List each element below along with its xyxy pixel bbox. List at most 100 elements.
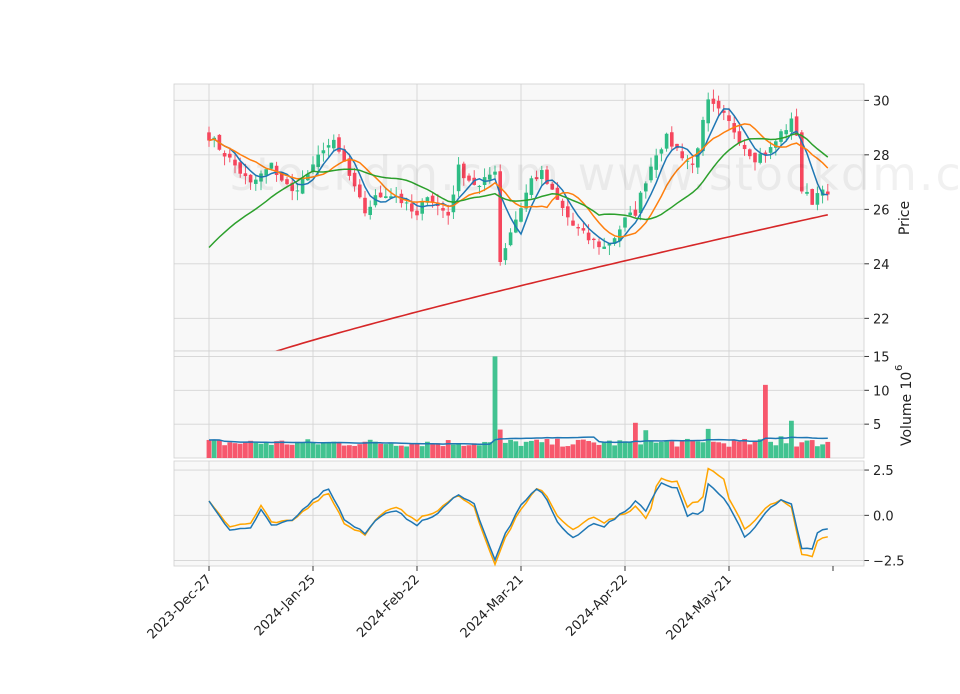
- volume-bar: [544, 439, 550, 458]
- oscillator-panel: −2.5 0.0 2.5: [173, 460, 905, 570]
- candle-body: [711, 98, 716, 104]
- chart-canvas: 2224262830 51015 −2.50.02.5 2023-Dec-27 2…: [145, 83, 960, 643]
- volume-bar: [336, 442, 342, 458]
- volume-bar: [747, 444, 753, 458]
- volume-bar: [373, 441, 378, 458]
- volume-bar: [352, 445, 357, 458]
- volume-bar: [711, 441, 716, 458]
- volume-bar: [534, 439, 539, 458]
- price-ytick-label-2: 26: [873, 203, 890, 218]
- volume-bar: [581, 439, 586, 458]
- volume-bar: [690, 440, 695, 458]
- volume-bar: [549, 444, 555, 458]
- volume-bar: [731, 439, 737, 458]
- volume-bar: [669, 441, 675, 458]
- volume-bar: [326, 442, 331, 458]
- volume-bar: [601, 442, 607, 458]
- volume-bar: [529, 440, 534, 458]
- volume-bar: [508, 439, 513, 458]
- volume-bar: [825, 441, 831, 458]
- volume-bar: [295, 441, 300, 458]
- volume-bar: [726, 446, 732, 458]
- candle-body: [566, 206, 570, 218]
- volume-bar: [419, 446, 425, 458]
- candle-body: [560, 200, 565, 209]
- volume-ytick-label-1: 10: [873, 384, 890, 399]
- volume-bar: [383, 444, 389, 458]
- volume-bar: [815, 446, 820, 458]
- volume-bar: [768, 441, 773, 458]
- volume-bar: [778, 436, 784, 458]
- volume-bar: [222, 445, 227, 458]
- volume-bar: [596, 444, 602, 458]
- candle-body: [716, 100, 721, 109]
- volume-bar: [414, 443, 420, 458]
- volume-bar: [695, 441, 701, 458]
- price-ytick-label-1: 24: [873, 258, 890, 273]
- candle-body: [789, 118, 794, 132]
- volume-bar: [809, 440, 815, 458]
- volume-bar: [763, 384, 768, 458]
- volume-bar: [497, 429, 503, 458]
- volume-bar: [310, 442, 316, 458]
- volume-bar: [237, 443, 243, 458]
- volume-bar: [773, 445, 779, 458]
- oscillator-ytick-label-0: −2.5: [873, 555, 905, 570]
- volume-bar: [253, 442, 259, 458]
- x-tick-label-5: 2024-May-21: [664, 572, 735, 643]
- volume-bar: [638, 444, 643, 458]
- volume-bar: [269, 444, 274, 458]
- candle-body: [706, 99, 710, 124]
- volume-bar: [404, 446, 409, 458]
- volume-bar: [477, 445, 482, 458]
- volume-bar: [586, 441, 591, 458]
- volume-bar: [445, 440, 451, 458]
- price-ytick-label-0: 22: [873, 312, 890, 327]
- candle-body: [207, 132, 211, 141]
- volume-bar: [570, 444, 576, 458]
- volume-ytick-label-2: 15: [873, 350, 890, 365]
- candle-body: [576, 226, 580, 229]
- volume-bar: [565, 446, 571, 458]
- volume-bar: [575, 439, 581, 458]
- volume-bar: [591, 442, 597, 458]
- volume-bar: [627, 442, 633, 458]
- volume-bar: [243, 442, 248, 458]
- volume-bar: [789, 420, 794, 458]
- volume-bar: [742, 438, 747, 458]
- volume-bar: [794, 446, 799, 458]
- volume-bar: [289, 444, 295, 458]
- volume-bar: [388, 443, 394, 458]
- x-axis: 2023-Dec-27 2024-Jan-25 2024-Feb-22 2024-Ma…: [145, 566, 834, 643]
- candle-body: [592, 238, 596, 241]
- stock-chart: 22 24 26 28 30 5 10 15 −2.5 0.0 2.5 2023-Dec-27 2…: [0, 0, 960, 690]
- volume-bar: [466, 445, 472, 458]
- volume-bar: [232, 443, 238, 458]
- volume-bar: [451, 444, 456, 458]
- volume-bar: [648, 440, 654, 458]
- volume-axis-label: Volume 10: [899, 372, 915, 446]
- volume-bar: [331, 441, 337, 458]
- candle-body: [623, 217, 627, 228]
- x-tick-label-3: 2024-Mar-21: [458, 572, 527, 641]
- oscillator-ytick-label-2: 2.5: [873, 464, 894, 479]
- volume-bar: [274, 441, 279, 458]
- volume-bar: [263, 442, 269, 458]
- volume-bar: [820, 444, 825, 458]
- volume-bar: [560, 446, 565, 458]
- volume-bar: [206, 439, 212, 458]
- volume-bar: [227, 442, 233, 458]
- volume-bar: [705, 428, 711, 458]
- volume-bar: [399, 445, 404, 458]
- volume-bar: [341, 445, 347, 458]
- volume-bar: [503, 442, 508, 458]
- volume-bar: [674, 446, 680, 458]
- volume-bar: [633, 422, 638, 458]
- candle-body: [441, 208, 445, 211]
- volume-panel: 5 10 15: [173, 350, 890, 459]
- candle-body: [368, 206, 372, 215]
- volume-bar: [539, 442, 545, 458]
- volume-bar: [679, 441, 685, 458]
- candle-body: [222, 153, 227, 157]
- volume-bar: [471, 443, 477, 458]
